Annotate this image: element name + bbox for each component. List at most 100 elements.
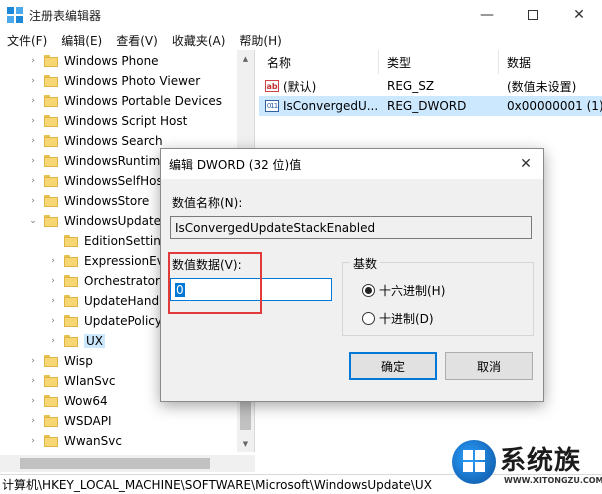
tree-item-label: WindowsRuntim [64, 154, 161, 168]
tree-item[interactable]: › Windows Phone [28, 51, 159, 71]
chevron-right-icon[interactable]: › [28, 436, 38, 446]
minimize-button[interactable]: — [464, 0, 510, 30]
string-value-icon: ab [265, 80, 279, 92]
value-data: 0x00000001 (1) [507, 99, 602, 113]
chevron-right-icon[interactable]: › [28, 356, 38, 366]
tree-horizontal-scrollbar[interactable] [0, 455, 255, 472]
scroll-up-icon[interactable]: ▲ [237, 50, 254, 67]
dialog-close-button[interactable]: ✕ [515, 153, 537, 175]
menu-bar: 文件(F) 编辑(E) 查看(V) 收藏夹(A) 帮助(H) [0, 30, 602, 50]
tree-item-label: ExpressionEv [84, 254, 164, 268]
chevron-right-icon[interactable]: › [48, 316, 58, 326]
tree-item[interactable]: › UpdateHand [48, 291, 159, 311]
hscrollbar-thumb[interactable] [20, 458, 210, 469]
radio-decimal[interactable]: 十进制(D) [362, 310, 434, 327]
windows-logo-icon [463, 450, 485, 472]
maximize-button[interactable] [510, 0, 556, 30]
chevron-right-icon[interactable]: › [28, 56, 38, 66]
tree-item[interactable]: › UpdatePolicy [48, 311, 162, 331]
scroll-down-icon[interactable]: ▼ [237, 435, 254, 452]
ok-button[interactable]: 确定 [349, 352, 437, 380]
watermark-url: WWW.XITONGZU.COM [504, 476, 602, 485]
tree-item-label: Windows Phone [64, 54, 159, 68]
cancel-button[interactable]: 取消 [445, 352, 533, 380]
radio-dec-label: 十进制(D) [379, 312, 434, 326]
value-type: REG_SZ [387, 79, 435, 93]
chevron-right-icon[interactable]: › [48, 276, 58, 286]
chevron-right-icon[interactable]: › [48, 256, 58, 266]
scrollbar-thumb[interactable] [240, 400, 251, 430]
tree-item[interactable]: › WSDAPI [28, 411, 111, 431]
folder-icon [44, 375, 58, 387]
tree-item[interactable]: › Wisp [28, 351, 93, 371]
tree-item-label: Windows Script Host [64, 114, 188, 128]
menu-edit[interactable]: 编辑(E) [54, 32, 109, 49]
folder-icon [44, 395, 58, 407]
tree-item[interactable]: › Orchestrator [48, 271, 160, 291]
close-icon: ✕ [573, 7, 585, 23]
menu-help[interactable]: 帮助(H) [232, 32, 288, 49]
tree-item[interactable]: › ExpressionEv [48, 251, 164, 271]
chevron-right-icon[interactable]: › [28, 416, 38, 426]
value-data-input[interactable]: 0 [170, 278, 332, 301]
tree-item[interactable]: › Wow64 [28, 391, 107, 411]
value-row-isconverged[interactable]: 011 IsConvergedU... REG_DWORD 0x00000001… [259, 96, 602, 116]
chevron-right-icon[interactable]: › [48, 296, 58, 306]
tree-item[interactable]: › Windows Portable Devices [28, 91, 222, 111]
chevron-right-icon[interactable]: › [28, 116, 38, 126]
tree-item[interactable]: › Windows Search [28, 131, 163, 151]
folder-icon [64, 255, 78, 267]
tree-item[interactable]: › Windows Photo Viewer [28, 71, 200, 91]
value-row-default[interactable]: ab (默认) REG_SZ (数值未设置) [259, 76, 602, 96]
value-type: REG_DWORD [387, 99, 467, 113]
chevron-right-icon[interactable]: › [28, 96, 38, 106]
column-header-type[interactable]: 类型 [379, 50, 499, 74]
tree-item[interactable]: › WlanSvc [28, 371, 115, 391]
value-name-field[interactable]: IsConvergedUpdateStackEnabled [170, 216, 532, 239]
radio-unselected-icon [362, 312, 375, 325]
tree-item-label: UpdateHand [84, 294, 160, 308]
menu-view[interactable]: 查看(V) [109, 32, 165, 49]
chevron-right-icon[interactable]: › [28, 176, 38, 186]
tree-item-label: Windows Portable Devices [64, 94, 222, 108]
chevron-right-icon[interactable]: › [28, 136, 38, 146]
tree-item-label: Windows Photo Viewer [64, 74, 201, 88]
tree-item-label: Windows Search [64, 134, 163, 148]
tree-item[interactable]: EditionSetting [48, 231, 169, 251]
folder-icon [64, 335, 78, 347]
tree-item[interactable]: › WindowsSelfHos [28, 171, 163, 191]
radio-hexadecimal[interactable]: 十六进制(H) [362, 282, 445, 299]
close-button[interactable]: ✕ [556, 0, 602, 30]
menu-file[interactable]: 文件(F) [0, 32, 54, 49]
column-header-name[interactable]: 名称 [259, 50, 379, 74]
chevron-right-icon[interactable]: › [28, 196, 38, 206]
value-data-label: 数值数据(V): [172, 258, 242, 272]
chevron-right-icon[interactable]: › [28, 76, 38, 86]
chevron-right-icon[interactable]: › [28, 156, 38, 166]
folder-icon [44, 115, 58, 127]
folder-icon [44, 75, 58, 87]
chevron-right-icon[interactable] [48, 236, 58, 246]
chevron-right-icon[interactable]: › [48, 336, 58, 346]
chevron-right-icon[interactable]: › [28, 396, 38, 406]
folder-icon [64, 295, 78, 307]
title-bar: 注册表编辑器 — ✕ [0, 0, 602, 30]
minimize-icon: — [480, 7, 494, 23]
tree-item[interactable]: › WindowsRuntim [28, 151, 160, 171]
chevron-right-icon[interactable]: › [28, 376, 38, 386]
value-name-label: 数值名称(N): [172, 196, 243, 210]
tree-item[interactable]: › Windows Script Host [28, 111, 187, 131]
tree-item-label: Orchestrator [84, 274, 160, 288]
folder-icon [64, 235, 78, 247]
chevron-down-icon[interactable]: ⌄ [28, 216, 38, 226]
tree-item[interactable]: › WwanSvc [28, 431, 122, 451]
binary-value-icon: 011 [265, 100, 279, 112]
tree-item[interactable]: › WindowsStore [28, 191, 149, 211]
tree-item-label: WlanSvc [64, 374, 116, 388]
menu-favorites[interactable]: 收藏夹(A) [165, 32, 233, 49]
folder-icon [64, 275, 78, 287]
tree-item[interactable]: ⌄ WindowsUpdate [28, 211, 161, 231]
column-header-data[interactable]: 数据 [499, 50, 602, 74]
tree-item[interactable]: › UX [48, 331, 106, 351]
tree-item-label: UX [84, 334, 106, 348]
